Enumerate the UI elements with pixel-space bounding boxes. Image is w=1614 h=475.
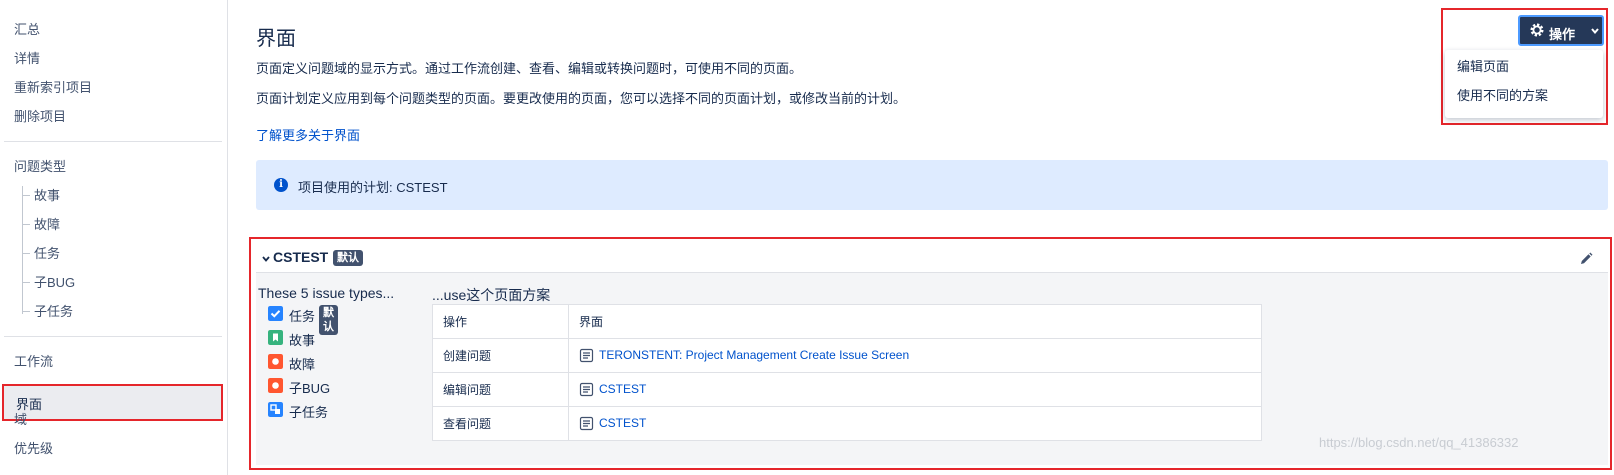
gear-icon <box>1530 23 1544 37</box>
sidebar-item-task[interactable]: 任务 <box>34 245 60 263</box>
sidebar-divider <box>4 336 222 337</box>
sidebar-item-summary[interactable]: 汇总 <box>14 21 40 39</box>
sidebar-item-issue-types[interactable]: 问题类型 <box>14 158 66 176</box>
screen-link[interactable]: CSTEST <box>599 382 646 396</box>
sidebar-item-details[interactable]: 详情 <box>14 50 40 68</box>
table-row: 查看问题 CSTEST <box>432 406 1262 441</box>
table-row: 编辑问题 CSTEST <box>432 372 1262 407</box>
menu-item-edit-screens[interactable]: 编辑页面 <box>1457 56 1509 75</box>
page-title: 界面 <box>256 28 296 50</box>
watermark: https://blog.csdn.net/qq_41386332 <box>1319 435 1519 450</box>
chevron-down-icon[interactable] <box>261 254 271 264</box>
info-icon: i <box>274 178 288 192</box>
menu-item-use-different-scheme[interactable]: 使用不同的方案 <box>1457 85 1548 104</box>
scheme-name: CSTEST <box>273 249 329 265</box>
sidebar-item-screens[interactable]: 界面 <box>2 384 223 421</box>
sidebar-item-priority[interactable]: 优先级 <box>14 440 53 458</box>
default-badge: 默认 <box>333 250 363 266</box>
sidebar-item-reindex[interactable]: 重新索引项目 <box>14 79 92 97</box>
tree-tick <box>22 253 30 254</box>
bug-icon <box>268 354 283 369</box>
actions-button[interactable]: 操作 <box>1518 15 1604 46</box>
screen-icon <box>579 383 594 397</box>
sidebar-item-bug[interactable]: 故障 <box>34 216 60 234</box>
info-banner: i 项目使用的计划: CSTEST <box>256 160 1608 210</box>
sidebar-item-delete-project[interactable]: 删除项目 <box>14 108 66 126</box>
operation-cell: 编辑问题 <box>432 372 569 407</box>
sidebar-item-subtask[interactable]: 子任务 <box>34 303 73 321</box>
page-description-1: 页面定义问题域的显示方式。通过工作流创建、查看、编辑或转换问题时，可使用不同的页… <box>256 61 803 76</box>
actions-menu: 编辑页面 使用不同的方案 <box>1445 50 1603 118</box>
screen-icon <box>579 417 594 431</box>
pencil-icon[interactable] <box>1578 251 1594 267</box>
tree-tick <box>22 282 30 283</box>
chevron-down-icon <box>1591 28 1599 35</box>
screen-link[interactable]: TERONSTENT: Project Management Create Is… <box>599 348 909 362</box>
screen-icon <box>579 349 594 363</box>
tree-tick <box>22 195 30 196</box>
column-header-operation: 操作 <box>432 304 569 339</box>
sidebar-item-workflow[interactable]: 工作流 <box>14 353 53 371</box>
tree-tick <box>22 224 30 225</box>
screen-cell: TERONSTENT: Project Management Create Is… <box>568 338 1262 373</box>
issue-type-label: 任务 <box>289 309 316 324</box>
issue-type-label: 故障 <box>289 357 316 372</box>
use-scheme-heading: ...use这个页面方案 <box>432 287 551 303</box>
sidebar-item-story[interactable]: 故事 <box>34 187 60 205</box>
learn-more-link[interactable]: 了解更多关于界面 <box>256 125 360 144</box>
table-header-row: 操作 界面 <box>432 304 1262 339</box>
screen-cell: CSTEST <box>568 406 1262 441</box>
issue-type-label: 子BUG <box>289 381 331 396</box>
project-sidebar: 汇总 详情 重新索引项目 删除项目 问题类型 故事 故障 任务 子BUG 子任务… <box>0 0 228 475</box>
issue-type-label: 子任务 <box>289 405 329 420</box>
actions-button-label: 操作 <box>1549 27 1576 42</box>
tree-tick <box>22 311 30 312</box>
issue-types-heading: These 5 issue types... <box>258 285 395 301</box>
issue-type-label: 故事 <box>289 333 316 348</box>
story-icon <box>268 330 283 345</box>
default-badge: 默认 <box>319 305 338 335</box>
operation-cell: 查看问题 <box>432 406 569 441</box>
column-header-screen: 界面 <box>568 304 1262 339</box>
scheme-header: CSTEST 默认 <box>256 244 1608 273</box>
sidebar-divider <box>4 141 222 142</box>
screen-cell: CSTEST <box>568 372 1262 407</box>
sidebar-item-sub-bug[interactable]: 子BUG <box>34 274 75 292</box>
operation-cell: 创建问题 <box>432 338 569 373</box>
screens-table: 操作 界面 创建问题 TERONSTENT: Project Managemen… <box>432 304 1262 441</box>
subtask-icon <box>268 402 283 417</box>
page-description-2: 页面计划定义应用到每个问题类型的页面。要更改使用的页面，您可以选择不同的页面计划… <box>256 91 907 106</box>
screen-link[interactable]: CSTEST <box>599 416 646 430</box>
bug-icon <box>268 378 283 393</box>
sidebar-item-fields[interactable]: 域 <box>14 411 27 429</box>
table-row: 创建问题 TERONSTENT: Project Management Crea… <box>432 338 1262 373</box>
info-banner-text: 项目使用的计划: CSTEST <box>298 180 448 195</box>
tree-line <box>22 186 23 314</box>
task-icon <box>268 306 283 321</box>
